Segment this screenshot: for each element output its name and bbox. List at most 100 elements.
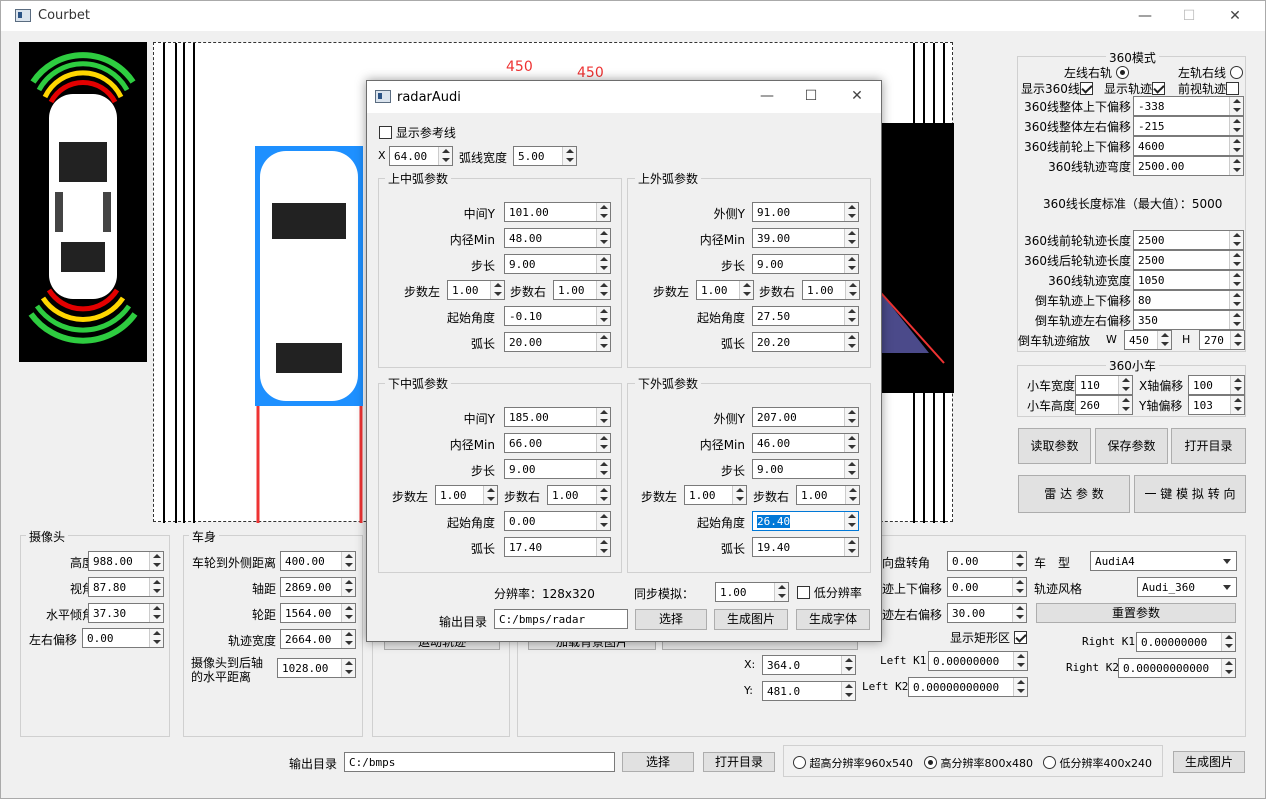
show-ref-checkbox[interactable]: 显示参考线 [379,124,456,141]
car-width-spin[interactable]: 110 [1075,375,1133,395]
dlg-gen-font-button[interactable]: 生成字体 [796,609,870,630]
param-spin[interactable]: 207.00 [752,407,859,427]
dlg-choose-button[interactable]: 选择 [635,609,707,630]
m360-row-spin[interactable]: -338 [1133,96,1244,116]
scale-w-spin[interactable]: 450 [1124,330,1172,350]
param-spin[interactable]: 9.00 [752,459,859,479]
step-right-spin[interactable]: 1.00 [796,485,860,505]
read-params-button[interactable]: 读取参数 [1018,428,1091,464]
radio-right-line[interactable]: 左轨右线 [1178,64,1243,81]
dlg-gen-image-button[interactable]: 生成图片 [714,609,788,630]
steer-spin[interactable]: 0.00 [947,551,1027,571]
open-output-button[interactable]: 打开目录 [703,752,775,772]
maximize-button[interactable]: ☐ [1167,1,1211,31]
minimize-button[interactable]: — [1123,1,1167,31]
low-res-checkbox[interactable]: 低分辨率 [797,584,862,601]
step-left-spin[interactable]: 1.00 [696,280,754,300]
angle-spin-focused[interactable]: 26.40 [752,511,859,531]
choose-dir-button[interactable]: 选择 [622,752,694,772]
sync-spin[interactable]: 1.00 [715,582,789,602]
param-spin[interactable]: 66.00 [504,433,611,453]
step-left-spin[interactable]: 1.00 [435,485,498,505]
m360-row2-spin[interactable]: 2500 [1133,230,1244,250]
param-spin[interactable]: 9.00 [752,254,859,274]
scale-h-spin[interactable]: 270 [1199,330,1245,350]
param-spin[interactable]: 91.00 [752,202,859,222]
low-res-label: 低分辨率 [813,586,862,600]
res-radio-960[interactable]: 超高分辨率960x540 [793,755,913,771]
res-radio-400[interactable]: 低分辨率400x240 [1043,755,1152,771]
dlg-x-spin[interactable]: 64.00 [389,146,453,166]
dialog-min-button[interactable]: — [745,81,789,113]
camera-spin[interactable]: 37.30 [88,603,164,623]
param-spin[interactable]: 101.00 [504,202,611,222]
dialog-close-button[interactable]: ✕ [835,81,879,113]
body-spin[interactable]: 400.00 [280,551,356,571]
lk1-spin[interactable]: 0.00000000 [928,651,1028,671]
front-view-checkbox[interactable]: 前视轨迹 [1178,80,1240,97]
show-track-checkbox[interactable]: 显示轨迹 [1104,80,1166,97]
camera-spin[interactable]: 988.00 [88,551,164,571]
radar-params-button[interactable]: 雷 达 参 数 [1018,475,1130,513]
model-combo[interactable]: AudiA4 [1090,551,1237,571]
body-spin[interactable]: 2664.00 [280,629,356,649]
lr-offset-spin[interactable]: 30.00 [947,603,1027,623]
radio-left-line[interactable]: 左线右轨 [1064,64,1129,81]
arc-spin[interactable]: 20.20 [752,332,859,352]
m360-row2-label: 360线前轮轨迹长度 [1024,234,1131,248]
param-spin[interactable]: 46.00 [752,433,859,453]
m360-row-spin[interactable]: -215 [1133,116,1244,136]
y-coord-spin[interactable]: 481.0 [762,681,856,701]
dialog-max-button[interactable]: ☐ [789,81,833,113]
res-radio-800[interactable]: 高分辨率800x480 [924,755,1033,771]
angle-spin[interactable]: -0.10 [504,306,611,326]
save-params-button[interactable]: 保存参数 [1095,428,1168,464]
m360-row-spin[interactable]: 2500.00 [1133,156,1244,176]
arc-width-spin[interactable]: 5.00 [513,146,577,166]
output-dir-input[interactable]: C:/bmps [344,752,615,772]
y-offset-spin[interactable]: 103 [1188,395,1245,415]
step-left-label: 步数左 [641,490,678,504]
lk2-spin[interactable]: 0.00000000000 [908,677,1028,697]
param-spin[interactable]: 9.00 [504,459,611,479]
step-left-spin[interactable]: 1.00 [447,280,505,300]
angle-spin[interactable]: 0.00 [504,511,611,531]
m360-row-spin[interactable]: 4600 [1133,136,1244,156]
param-spin[interactable]: 39.00 [752,228,859,248]
arc-spin[interactable]: 19.40 [752,537,859,557]
close-button[interactable]: ✕ [1213,1,1257,31]
step-right-spin[interactable]: 1.00 [553,280,611,300]
reset-params-button[interactable]: 重置参数 [1036,603,1236,623]
arc-spin[interactable]: 17.40 [504,537,611,557]
body-spin[interactable]: 1564.00 [280,603,356,623]
rk2-spin[interactable]: 0.00000000000 [1118,658,1236,678]
angle-spin[interactable]: 27.50 [752,306,859,326]
ud-offset-spin[interactable]: 0.00 [947,577,1027,597]
x-offset-spin[interactable]: 100 [1188,375,1245,395]
arc-spin[interactable]: 20.00 [504,332,611,352]
simulate-steer-button[interactable]: 一 键 模 拟 转 向 [1134,475,1246,513]
m360-row2-spin[interactable]: 2500 [1133,250,1244,270]
dlg-output-input[interactable]: C:/bmps/radar [494,609,628,629]
car-height-spin[interactable]: 260 [1075,395,1133,415]
open-dir-button[interactable]: 打开目录 [1171,428,1246,464]
show360-checkbox[interactable]: 显示360线 [1021,80,1093,97]
show-rect-checkbox[interactable]: 显示矩形区 [950,629,1027,646]
generate-image-button[interactable]: 生成图片 [1173,751,1245,773]
step-right-spin[interactable]: 1.00 [802,280,860,300]
step-left-spin[interactable]: 1.00 [684,485,747,505]
camera-spin[interactable]: 0.00 [82,628,164,648]
param-spin[interactable]: 48.00 [504,228,611,248]
m360-row2-spin[interactable]: 350 [1133,310,1244,330]
style-combo[interactable]: Audi_360 [1137,577,1237,597]
rear-distance-spin[interactable]: 1028.00 [277,658,356,678]
m360-row2-spin[interactable]: 1050 [1133,270,1244,290]
x-coord-spin[interactable]: 364.0 [762,655,856,675]
rk1-spin[interactable]: 0.00000000 [1136,632,1236,652]
body-spin[interactable]: 2869.00 [280,577,356,597]
param-spin[interactable]: 185.00 [504,407,611,427]
m360-row2-spin[interactable]: 80 [1133,290,1244,310]
camera-spin[interactable]: 87.80 [88,577,164,597]
param-spin[interactable]: 9.00 [504,254,611,274]
step-right-spin[interactable]: 1.00 [547,485,611,505]
